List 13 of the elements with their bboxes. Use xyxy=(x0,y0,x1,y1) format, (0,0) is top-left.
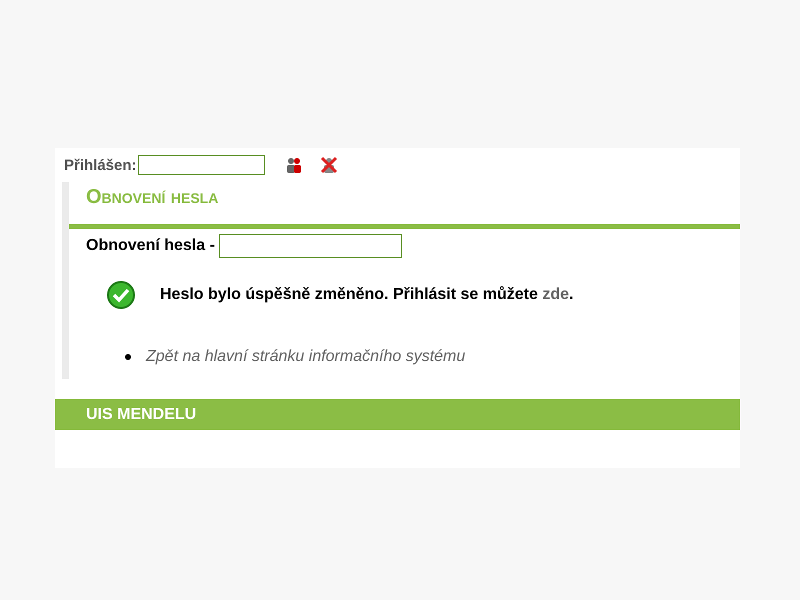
form-label: Obnovení hesla - xyxy=(86,237,215,255)
input-field[interactable] xyxy=(218,234,402,258)
success-message: Heslo bylo úspěšně změněno. Přihlásit se můžete zde. xyxy=(160,286,574,304)
login-link[interactable]: zde xyxy=(542,286,570,303)
check-icon xyxy=(106,280,136,310)
login-field[interactable] xyxy=(138,155,265,175)
footer-text: UIS MENDELU xyxy=(86,406,196,424)
logout-icon[interactable] xyxy=(318,156,339,174)
bullet-icon xyxy=(125,354,131,360)
logged-in-label: Přihlášen: xyxy=(64,156,137,174)
users-icon[interactable] xyxy=(284,156,303,174)
page-heading: Obnovení hesla xyxy=(86,185,220,210)
back-link[interactable]: Zpět na hlavní stránku informačního systému xyxy=(146,348,466,366)
